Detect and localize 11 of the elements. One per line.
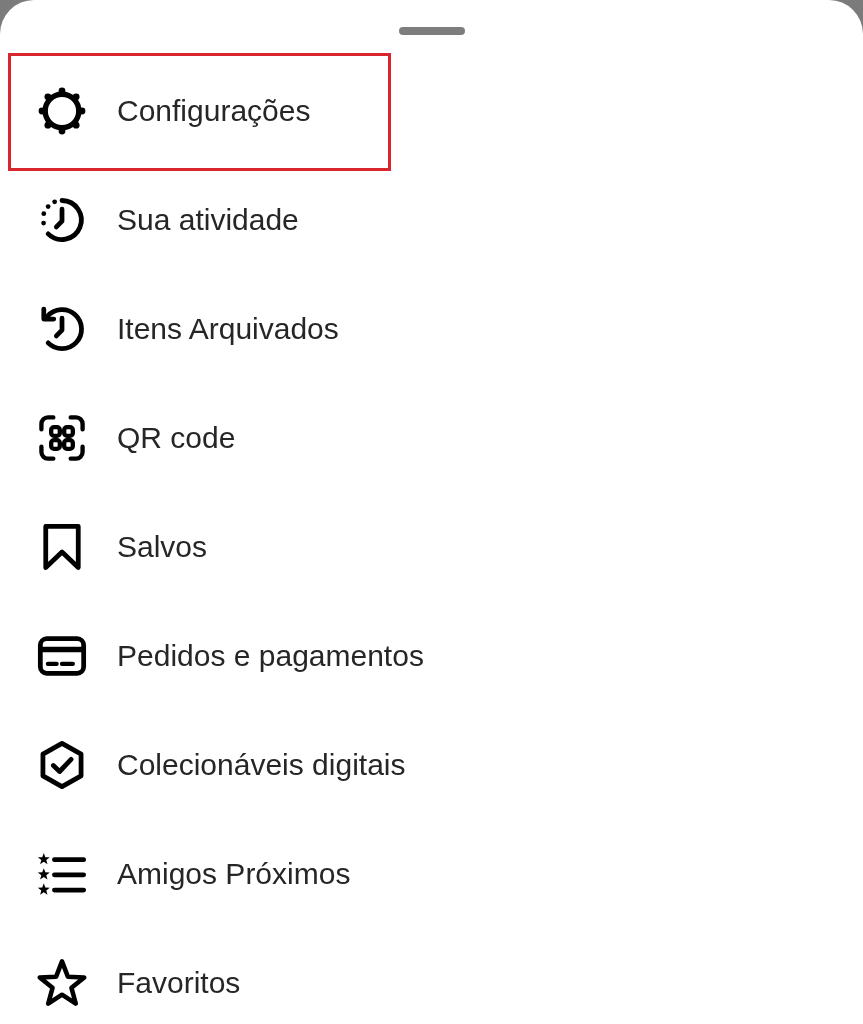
menu-item[interactable]: QR code: [0, 383, 863, 492]
menu-item[interactable]: Itens Arquivados: [0, 274, 863, 383]
menu-item[interactable]: Amigos Próximos: [0, 819, 863, 928]
menu-item[interactable]: Pedidos e pagamentos: [0, 601, 863, 710]
menu-item[interactable]: Colecionáveis digitais: [0, 710, 863, 819]
menu-item[interactable]: Favoritos: [0, 928, 863, 1024]
menu-item[interactable]: Sua atividade: [0, 165, 863, 274]
menu-item[interactable]: Configurações: [0, 56, 863, 165]
star-icon: [36, 956, 88, 1009]
menu-item[interactable]: Salvos: [0, 492, 863, 601]
drag-handle[interactable]: [398, 27, 465, 35]
